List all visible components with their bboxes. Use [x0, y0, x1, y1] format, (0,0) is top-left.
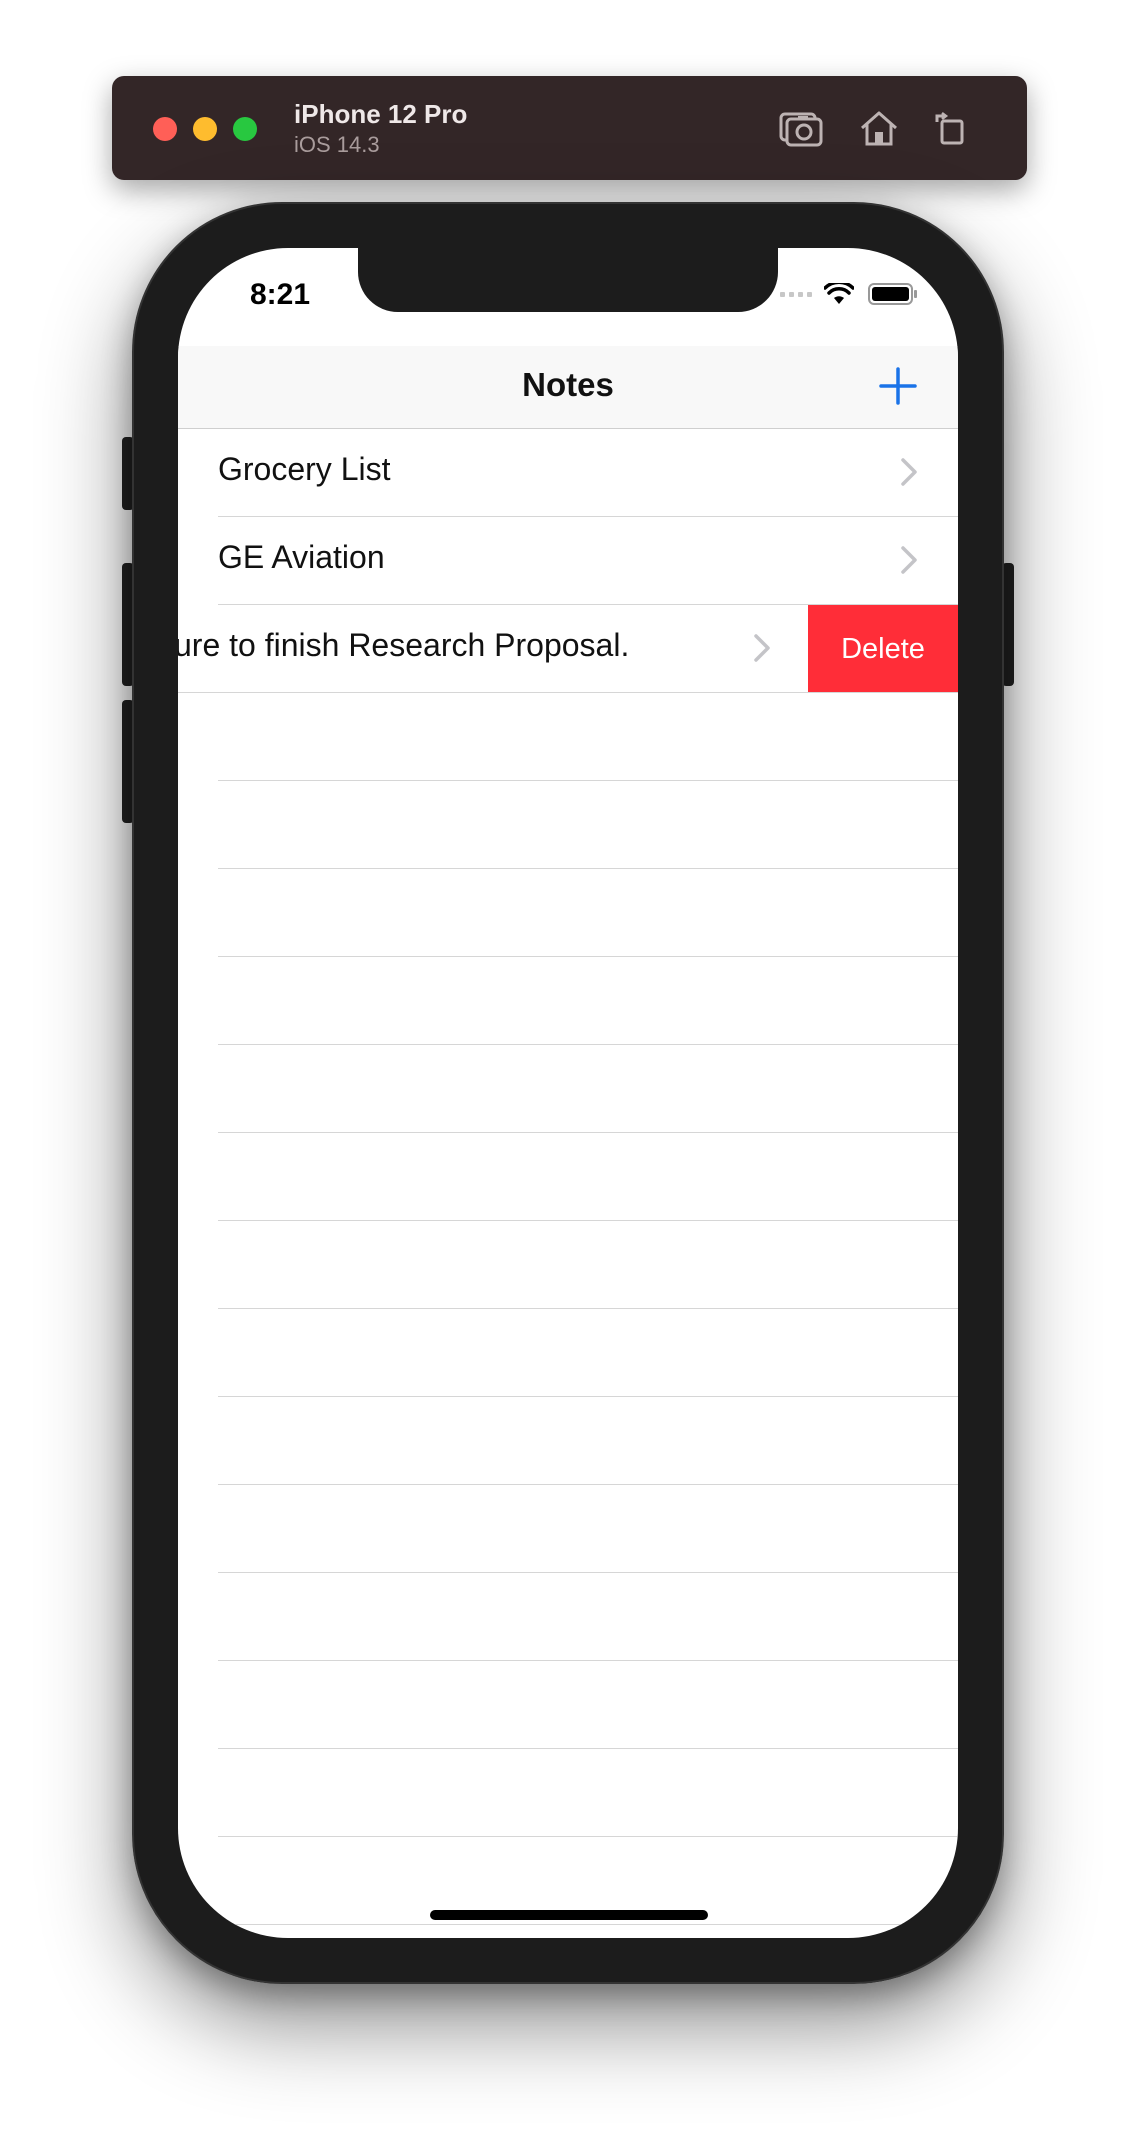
note-row[interactable]: GE Aviation: [178, 517, 958, 605]
home-indicator[interactable]: [430, 1910, 708, 1920]
simulator-stage: iPhone 12 Pro iOS 14.3 8:21 Notes Grocer…: [0, 0, 1136, 2132]
empty-row: [178, 1485, 958, 1573]
os-version: iOS 14.3: [294, 132, 380, 157]
rotate-icon: [935, 112, 964, 145]
simulator-toolbar: iPhone 12 Pro iOS 14.3: [112, 76, 1027, 180]
chevron-right-icon: [754, 634, 770, 662]
screenshot-icon: [779, 112, 823, 147]
zoom-window-button[interactable]: [233, 117, 257, 141]
status-icons: [780, 282, 918, 306]
wifi-icon: [824, 283, 854, 304]
screenshot-button[interactable]: [777, 103, 827, 153]
note-title: ure to finish Research Proposal.: [178, 627, 630, 663]
empty-row: [178, 957, 958, 1045]
empty-row: [178, 869, 958, 957]
empty-row: [178, 781, 958, 869]
battery-icon: [868, 283, 917, 305]
chevron-right-icon: [901, 458, 917, 486]
note-title: Grocery List: [218, 451, 391, 487]
rotate-button[interactable]: [926, 103, 976, 153]
empty-row: [178, 1925, 958, 1938]
empty-row: [178, 1133, 958, 1221]
notes-table: Grocery List GE Aviation ure to finish R…: [178, 429, 958, 1938]
empty-row: [178, 1397, 958, 1485]
note-row-swiped[interactable]: ure to finish Research Proposal. Delete: [178, 605, 958, 693]
cellular-icon: [780, 291, 812, 297]
empty-row: [178, 1221, 958, 1309]
home-button[interactable]: [854, 103, 904, 153]
note-title: GE Aviation: [218, 539, 385, 575]
add-note-button[interactable]: [878, 366, 918, 406]
minimize-window-button[interactable]: [193, 117, 217, 141]
delete-button[interactable]: Delete: [808, 605, 958, 693]
chevron-right-icon: [901, 546, 917, 574]
note-row[interactable]: Grocery List: [178, 429, 958, 517]
empty-row: [178, 1573, 958, 1661]
navigation-bar: Notes: [178, 346, 958, 429]
empty-row: [178, 693, 958, 781]
empty-row: [178, 1661, 958, 1749]
device-name: iPhone 12 Pro: [294, 99, 468, 129]
notch: [358, 248, 778, 312]
status-time: 8:21: [250, 278, 311, 311]
empty-row: [178, 1749, 958, 1837]
empty-row: [178, 1309, 958, 1397]
empty-row: [178, 1045, 958, 1133]
plus-icon: [879, 367, 917, 405]
device-screen: 8:21 Notes Grocery List GE Aviation ure …: [178, 248, 958, 1938]
home-icon: [861, 111, 897, 146]
page-title: Notes: [522, 366, 614, 403]
close-window-button[interactable]: [153, 117, 177, 141]
